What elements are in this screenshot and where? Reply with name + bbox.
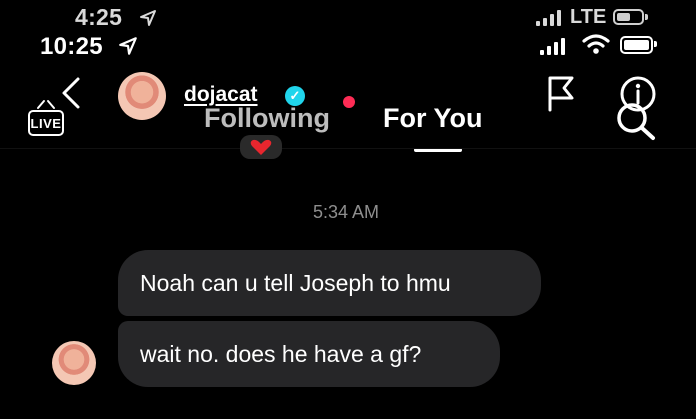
network-label: LTE [570,6,607,28]
message-text: Noah can u tell Joseph to hmu [140,269,451,296]
signal-icon-back [536,10,561,26]
avatar[interactable] [118,72,166,120]
flag-icon[interactable] [546,74,578,112]
message-bubble[interactable]: Noah can u tell Joseph to hmu [118,250,541,316]
live-tv-icon [37,100,55,109]
battery-icon-back [613,9,648,25]
location-arrow-icon [140,10,156,26]
tab-for-you[interactable]: For You [383,103,483,134]
live-button[interactable]: LIVE [28,98,66,136]
heart-icon [240,135,282,159]
live-label: LIVE [28,110,64,136]
tab-following[interactable]: Following [204,103,330,134]
message-timestamp: 5:34 AM [313,202,380,222]
status-time-back: 4:25 [75,4,123,30]
status-time: 10:25 [40,33,103,60]
notification-dot [343,96,355,108]
message-bubble[interactable]: wait no. does he have a gf? [118,321,500,387]
battery-icon [620,36,657,54]
location-arrow-icon [119,37,137,55]
search-icon[interactable] [614,100,658,142]
signal-icon [540,38,565,55]
header-divider [0,148,696,149]
sender-avatar[interactable] [52,341,96,385]
wifi-icon [582,34,610,54]
message-text: wait no. does he have a gf? [140,340,422,367]
